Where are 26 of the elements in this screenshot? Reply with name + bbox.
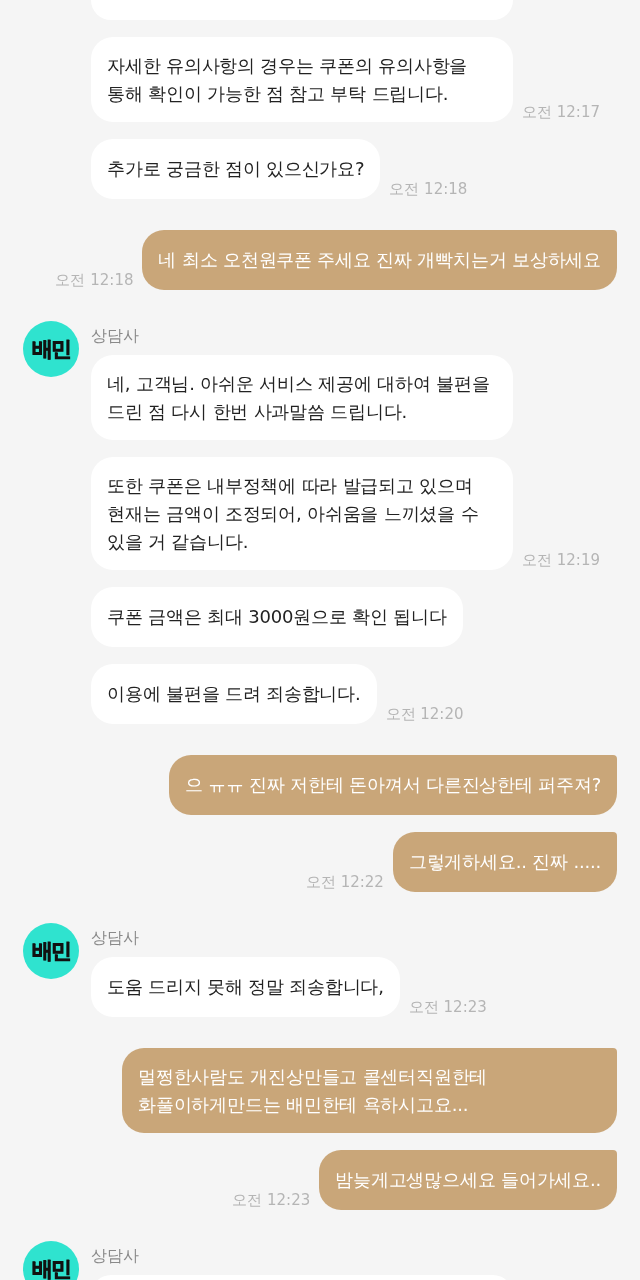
message-bubble: 밤늦게고생많으세요 들어가세요.. — [319, 1150, 617, 1210]
message-bubble: 쿠폰 금액은 최대 3000원으로 확인 됩니다 — [91, 587, 463, 647]
message-bubble: 자세한 유의사항의 경우는 쿠폰의 유의사항을 통해 확인이 가능한 점 참고 부탁 드립니다. — [91, 37, 513, 122]
message-bubble: 네, 고객님. 아쉬운 서비스 제공에 대하여 불편을 드린 점 다시 한번 사과말씀 드립니다. — [91, 355, 513, 440]
message-bubble: 멀쩡한사람도 개진상만들고 콜센터직원한테 화풀이하게만드는 배민한테 욕하시고요... — [122, 1048, 617, 1133]
message-bubble: 으 ㅠㅠ 진짜 저한테 돈아껴서 다른진상한테 퍼주져? — [168, 755, 617, 815]
brand-avatar: 배민 — [23, 923, 79, 979]
brand-avatar: 배민 — [23, 321, 79, 377]
message-time: 오전 12:23 — [232, 1191, 311, 1209]
message-bubble: 그렇게하세요.. 진짜 ..... — [392, 832, 617, 892]
message-bubble: 네 최소 오천원쿠폰 주세요 진짜 개빡치는거 보상하세요 — [142, 230, 617, 290]
message-time: 오전 12:20 — [385, 705, 464, 723]
message-time: 오전 12:22 — [305, 873, 384, 891]
message-time: 오전 12:17 — [522, 103, 600, 121]
message-time: 오전 12:18 — [389, 180, 468, 198]
message-time: 오전 12:23 — [408, 998, 487, 1016]
message-time: 오전 12:19 — [522, 551, 600, 569]
brand-avatar: 배민 — [23, 1241, 79, 1280]
message-bubble: 이용에 불편을 드려 죄송합니다. — [91, 664, 377, 724]
sender-name: 상담사 — [91, 326, 139, 346]
message-bubble: 추가로 궁금한 점이 있으신가요? — [91, 139, 381, 199]
sender-name: 상담사 — [91, 1246, 139, 1266]
message-bubble: 또한 쿠폰은 내부정책에 따라 발급되고 있으며 현재는 금액이 조정되어, 아쉬움을 느끼셨을 수 있을 거 같습니다. — [91, 457, 513, 570]
sender-name: 상담사 — [91, 928, 139, 948]
message-time: 오전 12:18 — [55, 271, 134, 289]
message-bubble: 도움 드리지 못해 정말 죄송합니다, — [91, 957, 400, 1017]
